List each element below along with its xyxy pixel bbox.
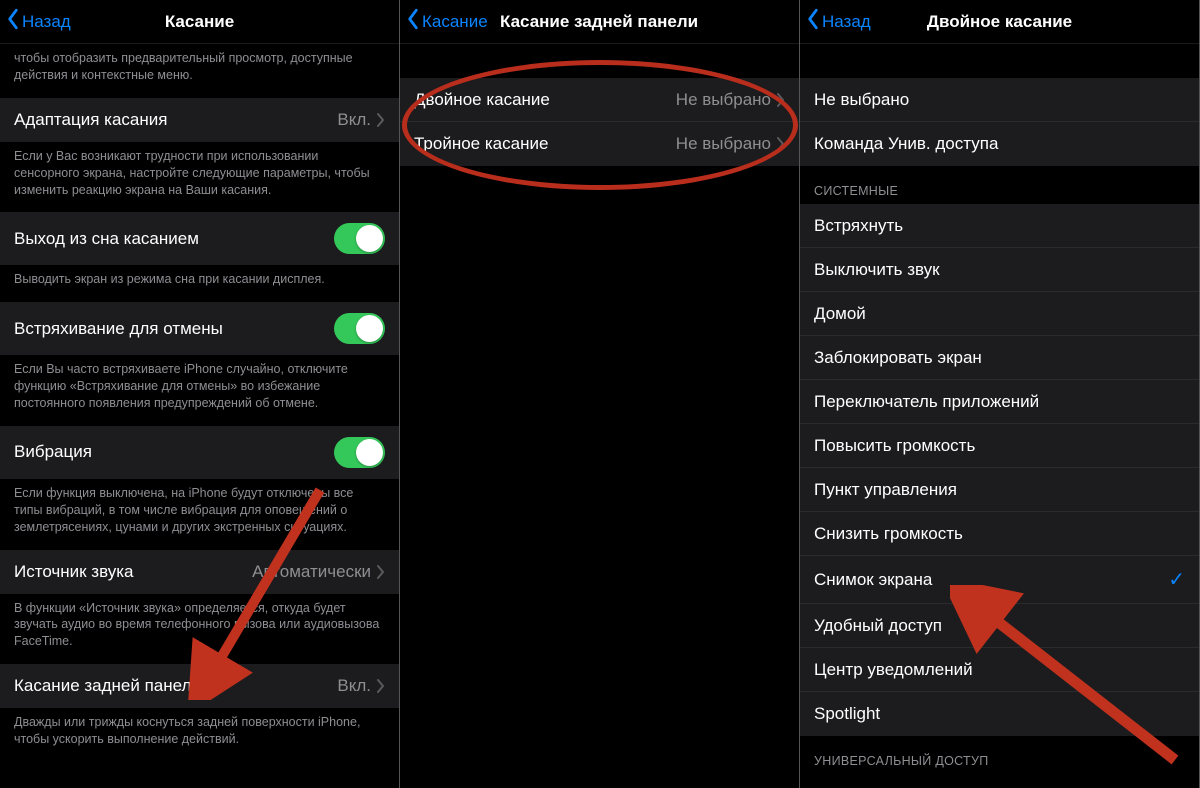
back-button[interactable]: Назад xyxy=(806,8,871,35)
row-touch-accommodations[interactable]: Адаптация касания Вкл. xyxy=(0,98,399,142)
settings-list: чтобы отобразить предварительный просмот… xyxy=(0,44,399,788)
chevron-right-icon xyxy=(377,565,385,579)
cell-value: Вкл. xyxy=(337,110,371,130)
option-system-item[interactable]: Повысить громкость xyxy=(800,424,1199,468)
cell-label: Встряхнуть xyxy=(814,216,1185,236)
back-label: Касание xyxy=(422,12,488,32)
chevron-right-icon xyxy=(377,113,385,127)
option-system-item[interactable]: Встряхнуть xyxy=(800,204,1199,248)
nav-title: Касание задней панели xyxy=(500,12,799,32)
back-label: Назад xyxy=(822,12,871,32)
cell-label: Не выбрано xyxy=(814,90,1185,110)
back-tap-footer: Дважды или трижды коснуться задней повер… xyxy=(0,708,399,762)
cell-label: Домой xyxy=(814,304,1185,324)
touch-accom-footer: Если у Вас возникают трудности при испол… xyxy=(0,142,399,213)
option-system-item[interactable]: Переключатель приложений xyxy=(800,380,1199,424)
option-system-item[interactable]: Центр уведомлений xyxy=(800,648,1199,692)
cell-label: Центр уведомлений xyxy=(814,660,1185,680)
screen-double-tap: Назад Двойное касание Не выбрано Команда… xyxy=(800,0,1200,788)
intro-footer: чтобы отобразить предварительный просмот… xyxy=(0,44,399,98)
option-list: Не выбрано Команда Унив. доступа СИСТЕМН… xyxy=(800,44,1199,788)
option-system-item[interactable]: Снимок экрана✓ xyxy=(800,556,1199,604)
row-shake-to-undo[interactable]: Встряхивание для отмены xyxy=(0,302,399,355)
audio-route-footer: В функции «Источник звука» определяется,… xyxy=(0,594,399,665)
toggle-switch[interactable] xyxy=(334,437,385,468)
cell-label: Встряхивание для отмены xyxy=(14,319,334,339)
cell-label: Двойное касание xyxy=(414,90,676,110)
cell-label: Снимок экрана xyxy=(814,570,1168,590)
cell-label: Пункт управления xyxy=(814,480,1185,500)
option-system-item[interactable]: Spotlight xyxy=(800,692,1199,736)
chevron-left-icon xyxy=(806,8,820,35)
back-button[interactable]: Касание xyxy=(406,8,488,35)
cell-label: Повысить громкость xyxy=(814,436,1185,456)
option-system-item[interactable]: Пункт управления xyxy=(800,468,1199,512)
row-tap-to-wake[interactable]: Выход из сна касанием xyxy=(0,212,399,265)
row-vibration[interactable]: Вибрация xyxy=(0,426,399,479)
cell-label: Касание задней панели xyxy=(14,676,337,696)
cell-label: Выход из сна касанием xyxy=(14,229,334,249)
chevron-right-icon xyxy=(777,93,785,107)
cell-label: Переключатель приложений xyxy=(814,392,1185,412)
toggle-switch[interactable] xyxy=(334,313,385,344)
back-label: Назад xyxy=(22,12,71,32)
checkmark-icon: ✓ xyxy=(1168,567,1185,592)
chevron-right-icon xyxy=(377,679,385,693)
section-header-system: СИСТЕМНЫЕ xyxy=(800,166,1199,204)
screen-touch-settings: Назад Касание чтобы отобразить предварит… xyxy=(0,0,400,788)
chevron-left-icon xyxy=(406,8,420,35)
cell-label: Заблокировать экран xyxy=(814,348,1185,368)
option-system-item[interactable]: Заблокировать экран xyxy=(800,336,1199,380)
screen-back-tap: Касание Касание задней панели Двойное ка… xyxy=(400,0,800,788)
cell-label: Команда Унив. доступа xyxy=(814,134,1185,154)
navbar: Назад Двойное касание xyxy=(800,0,1199,44)
cell-value: Не выбрано xyxy=(676,134,771,154)
navbar: Касание Касание задней панели xyxy=(400,0,799,44)
cell-label: Источник звука xyxy=(14,562,252,582)
cell-value: Не выбрано xyxy=(676,90,771,110)
toggle-switch[interactable] xyxy=(334,223,385,254)
cell-label: Тройное касание xyxy=(414,134,676,154)
tap-wake-footer: Выводить экран из режима сна при касании… xyxy=(0,265,399,302)
option-system-item[interactable]: Снизить громкость xyxy=(800,512,1199,556)
row-audio-routing[interactable]: Источник звука Автоматически xyxy=(0,550,399,594)
vibration-footer: Если функция выключена, на iPhone будут … xyxy=(0,479,399,550)
chevron-left-icon xyxy=(6,8,20,35)
back-button[interactable]: Назад xyxy=(6,8,71,35)
cell-label: Выключить звук xyxy=(814,260,1185,280)
option-system-item[interactable]: Домой xyxy=(800,292,1199,336)
option-none[interactable]: Не выбрано xyxy=(800,78,1199,122)
option-system-item[interactable]: Выключить звук xyxy=(800,248,1199,292)
settings-list: Двойное касание Не выбрано Тройное касан… xyxy=(400,44,799,788)
navbar: Назад Касание xyxy=(0,0,399,44)
chevron-right-icon xyxy=(777,137,785,151)
cell-label: Spotlight xyxy=(814,704,1185,724)
option-system-item[interactable]: Удобный доступ xyxy=(800,604,1199,648)
row-double-tap[interactable]: Двойное касание Не выбрано xyxy=(400,78,799,122)
cell-label: Вибрация xyxy=(14,442,334,462)
cell-label: Удобный доступ xyxy=(814,616,1185,636)
shake-undo-footer: Если Вы часто встряхиваете iPhone случай… xyxy=(0,355,399,426)
cell-label: Адаптация касания xyxy=(14,110,337,130)
option-accessibility-shortcut[interactable]: Команда Унив. доступа xyxy=(800,122,1199,166)
cell-value: Автоматически xyxy=(252,562,371,582)
cell-label: Снизить громкость xyxy=(814,524,1185,544)
row-triple-tap[interactable]: Тройное касание Не выбрано xyxy=(400,122,799,166)
section-header-accessibility: УНИВЕРСАЛЬНЫЙ ДОСТУП xyxy=(800,736,1199,774)
row-back-tap[interactable]: Касание задней панели Вкл. xyxy=(0,664,399,708)
cell-value: Вкл. xyxy=(337,676,371,696)
